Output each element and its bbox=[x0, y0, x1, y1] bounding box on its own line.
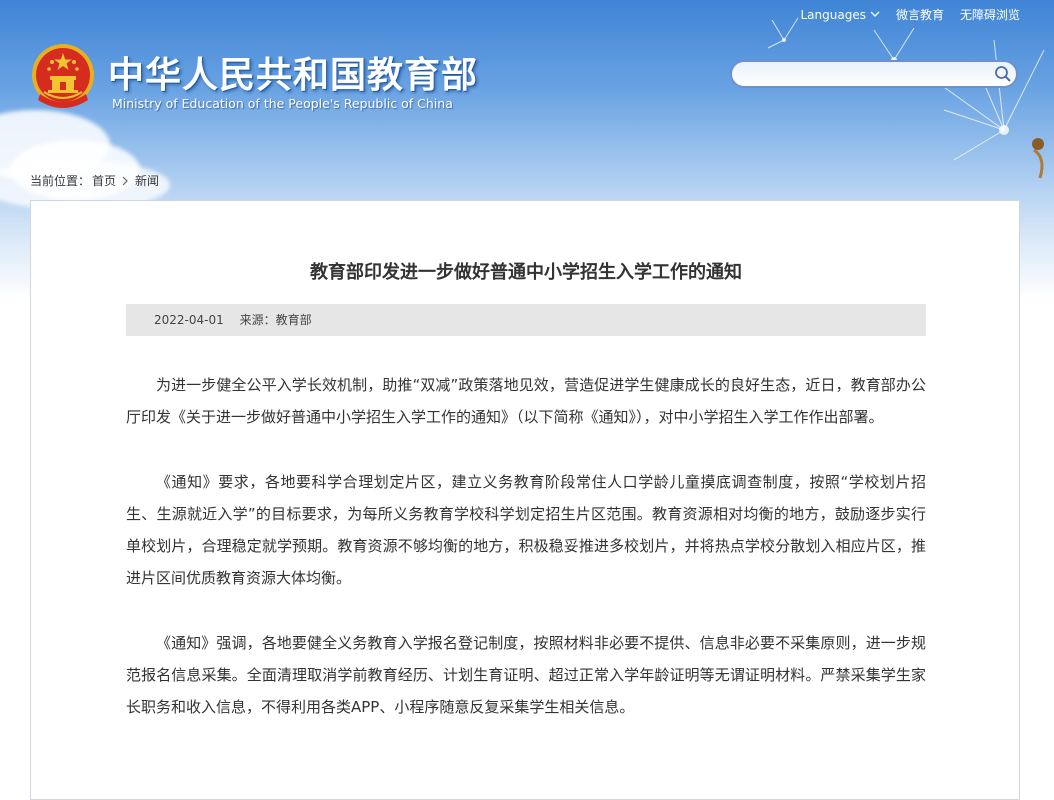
weiyan-education-label: 微言教育 bbox=[895, 8, 944, 22]
search-box bbox=[730, 60, 1018, 88]
dandelion-decoration bbox=[767, 17, 1045, 179]
article-paragraph: 为进一步健全公平入学长效机制，助推“双减”政策落地见效，营造促进学生健康成长的良… bbox=[126, 376, 926, 426]
article-date: 2022-04-01 bbox=[154, 313, 224, 327]
chevron-right-icon bbox=[122, 176, 128, 185]
article-panel: 教育部印发进一步做好普通中小学招生入学工作的通知 2022-04-01 来源：教… bbox=[30, 200, 1020, 800]
chevron-down-icon bbox=[870, 11, 880, 17]
search-input[interactable] bbox=[744, 66, 990, 82]
article-title: 教育部印发进一步做好普通中小学招生入学工作的通知 bbox=[310, 262, 742, 283]
national-emblem-icon[interactable] bbox=[30, 42, 96, 112]
accessibility-label: 无障碍浏览 bbox=[959, 8, 1020, 22]
languages-label: Languages bbox=[800, 7, 866, 22]
article-body: 为进一步健全公平入学长效机制，助推“双减”政策落地见效，营造促进学生健康成长的良… bbox=[126, 369, 926, 756]
top-navigation: Languages 微言教育 无障碍浏览 bbox=[800, 6, 1020, 23]
breadcrumb-news-link[interactable]: 新闻 bbox=[135, 172, 159, 189]
article-meta-bar: 2022-04-01 来源：教育部 bbox=[126, 304, 926, 336]
weiyan-education-link[interactable]: 微言教育 bbox=[896, 6, 944, 23]
article-paragraph: 《通知》要求，各地要科学合理划定片区，建立义务教育阶段常住人口学龄儿童摸底调查制… bbox=[126, 473, 926, 587]
search-button[interactable] bbox=[990, 62, 1016, 86]
breadcrumb: 当前位置： 首页 新闻 bbox=[30, 172, 159, 189]
article-source: 来源：教育部 bbox=[239, 313, 312, 327]
site-title: 中华人民共和国教育部 bbox=[108, 55, 479, 96]
accessibility-link[interactable]: 无障碍浏览 bbox=[960, 6, 1020, 23]
languages-menu[interactable]: Languages bbox=[800, 6, 880, 23]
breadcrumb-home-link[interactable]: 首页 bbox=[92, 172, 116, 189]
breadcrumb-prefix: 当前位置： bbox=[30, 174, 91, 188]
article-paragraph: 《通知》强调，各地要健全义务教育入学报名登记制度，按照材料非必要不提供、信息非必… bbox=[126, 634, 926, 716]
search-icon bbox=[995, 66, 1011, 82]
site-subtitle: Ministry of Education of the People's Re… bbox=[112, 96, 453, 111]
